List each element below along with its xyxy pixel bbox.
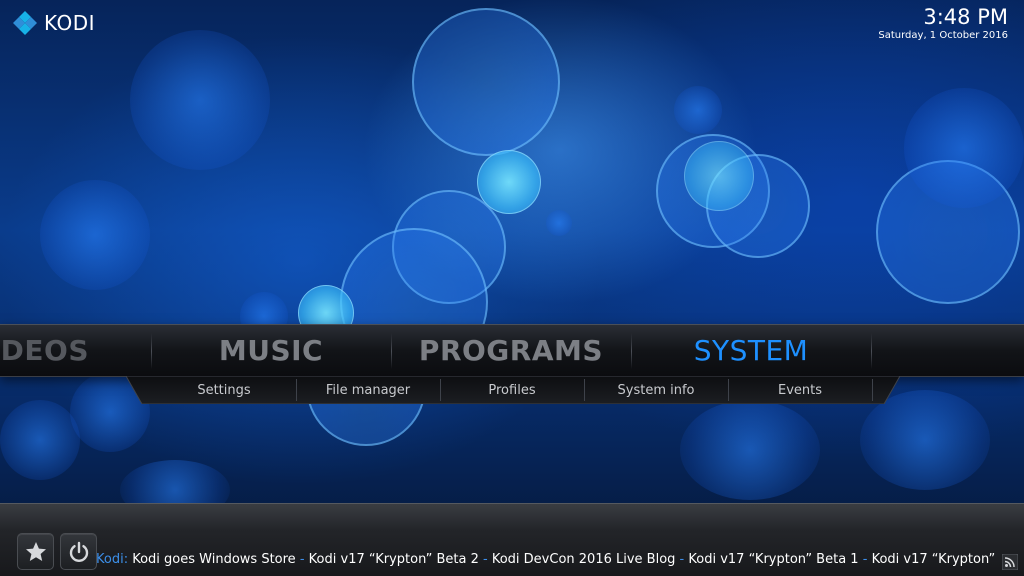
ticker-source: Kodi: bbox=[96, 552, 129, 567]
ticker-headline: Kodi v17 “Krypton” Alpha 3 bbox=[871, 552, 996, 567]
ticker-headline: Kodi DevCon 2016 Live Blog bbox=[491, 552, 676, 567]
menu-item-videos[interactable]: DEOS bbox=[0, 325, 89, 376]
ticker-headline: Kodi goes Windows Store bbox=[132, 552, 296, 567]
ticker-separator: - bbox=[679, 552, 685, 567]
background-bokeh bbox=[706, 154, 810, 258]
footer-bar: Kodi: Kodi goes Windows Store - Kodi v17… bbox=[0, 503, 1024, 576]
star-icon bbox=[25, 541, 46, 561]
clock-date: Saturday, 1 October 2016 bbox=[878, 30, 1008, 41]
submenu: Settings File manager Profiles System in… bbox=[126, 376, 900, 404]
submenu-item-settings[interactable]: Settings bbox=[152, 376, 296, 404]
power-icon bbox=[69, 541, 88, 562]
main-menu: DEOS MUSIC PROGRAMS SYSTEM bbox=[0, 324, 1024, 377]
background-bokeh bbox=[392, 190, 506, 304]
favourites-button[interactable] bbox=[17, 533, 54, 570]
background-bokeh bbox=[860, 390, 990, 490]
news-ticker: Kodi: Kodi goes Windows Store - Kodi v17… bbox=[96, 552, 996, 570]
ticker-separator: - bbox=[299, 552, 305, 567]
menu-divider bbox=[871, 333, 872, 369]
kodi-home-screen: KODI 3:48 PM Saturday, 1 October 2016 DE… bbox=[0, 0, 1024, 576]
background-bokeh bbox=[904, 88, 1024, 208]
background-bokeh bbox=[477, 150, 541, 214]
background-bokeh bbox=[680, 400, 820, 500]
ticker-headline: Kodi v17 “Krypton” Beta 1 bbox=[688, 552, 859, 567]
background-bokeh bbox=[876, 160, 1020, 304]
clock-time: 3:48 PM bbox=[923, 5, 1008, 29]
app-name: KODI bbox=[44, 11, 96, 35]
submenu-item-events[interactable]: Events bbox=[728, 376, 872, 404]
background-bokeh bbox=[674, 86, 722, 134]
submenu-item-profiles[interactable]: Profiles bbox=[440, 376, 584, 404]
menu-item-system[interactable]: SYSTEM bbox=[631, 325, 871, 376]
rss-icon[interactable] bbox=[1002, 554, 1018, 570]
menu-item-music[interactable]: MUSIC bbox=[151, 325, 391, 376]
background-bokeh bbox=[40, 180, 150, 290]
background-bokeh bbox=[412, 8, 560, 156]
background-bokeh bbox=[130, 30, 270, 170]
power-button[interactable] bbox=[60, 533, 97, 570]
background-bokeh bbox=[546, 210, 572, 236]
clock: 3:48 PM Saturday, 1 October 2016 bbox=[878, 4, 1008, 42]
menu-item-programs[interactable]: PROGRAMS bbox=[391, 325, 631, 376]
kodi-logo-icon bbox=[13, 11, 37, 35]
ticker-headline: Kodi v17 “Krypton” Beta 2 bbox=[308, 552, 479, 567]
ticker-separator: - bbox=[483, 552, 488, 567]
background-bokeh bbox=[684, 141, 754, 211]
kodi-logo: KODI bbox=[12, 10, 95, 36]
submenu-divider bbox=[872, 379, 873, 401]
ticker-separator: - bbox=[862, 552, 868, 567]
submenu-item-system-info[interactable]: System info bbox=[584, 376, 728, 404]
background-bokeh bbox=[0, 400, 80, 480]
submenu-item-file-manager[interactable]: File manager bbox=[296, 376, 440, 404]
background-bokeh bbox=[656, 134, 770, 248]
